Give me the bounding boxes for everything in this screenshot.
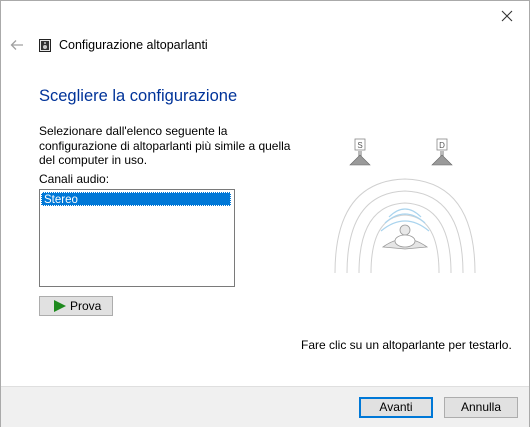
dialog-footer: Avanti Annulla (1, 386, 529, 427)
test-button[interactable]: Prova (39, 296, 113, 316)
speaker-right[interactable]: D (431, 138, 453, 166)
audio-channels-label: Canali audio: (39, 172, 110, 186)
speaker-right-label: D (439, 141, 445, 150)
back-button[interactable] (9, 37, 25, 53)
next-button[interactable]: Avanti (359, 397, 433, 418)
page-heading: Scegliere la configurazione (39, 87, 238, 105)
description-text: Selezionare dall'elenco seguente la conf… (39, 124, 291, 167)
list-item-stereo[interactable]: Stereo (41, 192, 231, 206)
back-arrow-icon (10, 40, 23, 50)
speaker-diagram: S D (334, 138, 476, 274)
speaker-left-label: S (357, 141, 362, 150)
close-button[interactable] (493, 6, 521, 26)
speaker-icon (39, 39, 51, 52)
title-bar: Configurazione altoparlanti (1, 29, 529, 63)
dialog-window: Configurazione altoparlanti Scegliere la… (0, 0, 530, 427)
audio-channels-list[interactable]: Stereo (39, 189, 235, 287)
close-icon (501, 10, 513, 22)
listener-icon (381, 224, 429, 250)
window-title: Configurazione altoparlanti (59, 38, 208, 52)
cancel-button[interactable]: Annulla (444, 397, 518, 418)
play-icon (54, 300, 66, 312)
hint-text: Fare clic su un altoparlante per testarl… (301, 338, 512, 352)
test-button-label: Prova (70, 299, 102, 313)
speaker-left[interactable]: S (349, 138, 371, 166)
